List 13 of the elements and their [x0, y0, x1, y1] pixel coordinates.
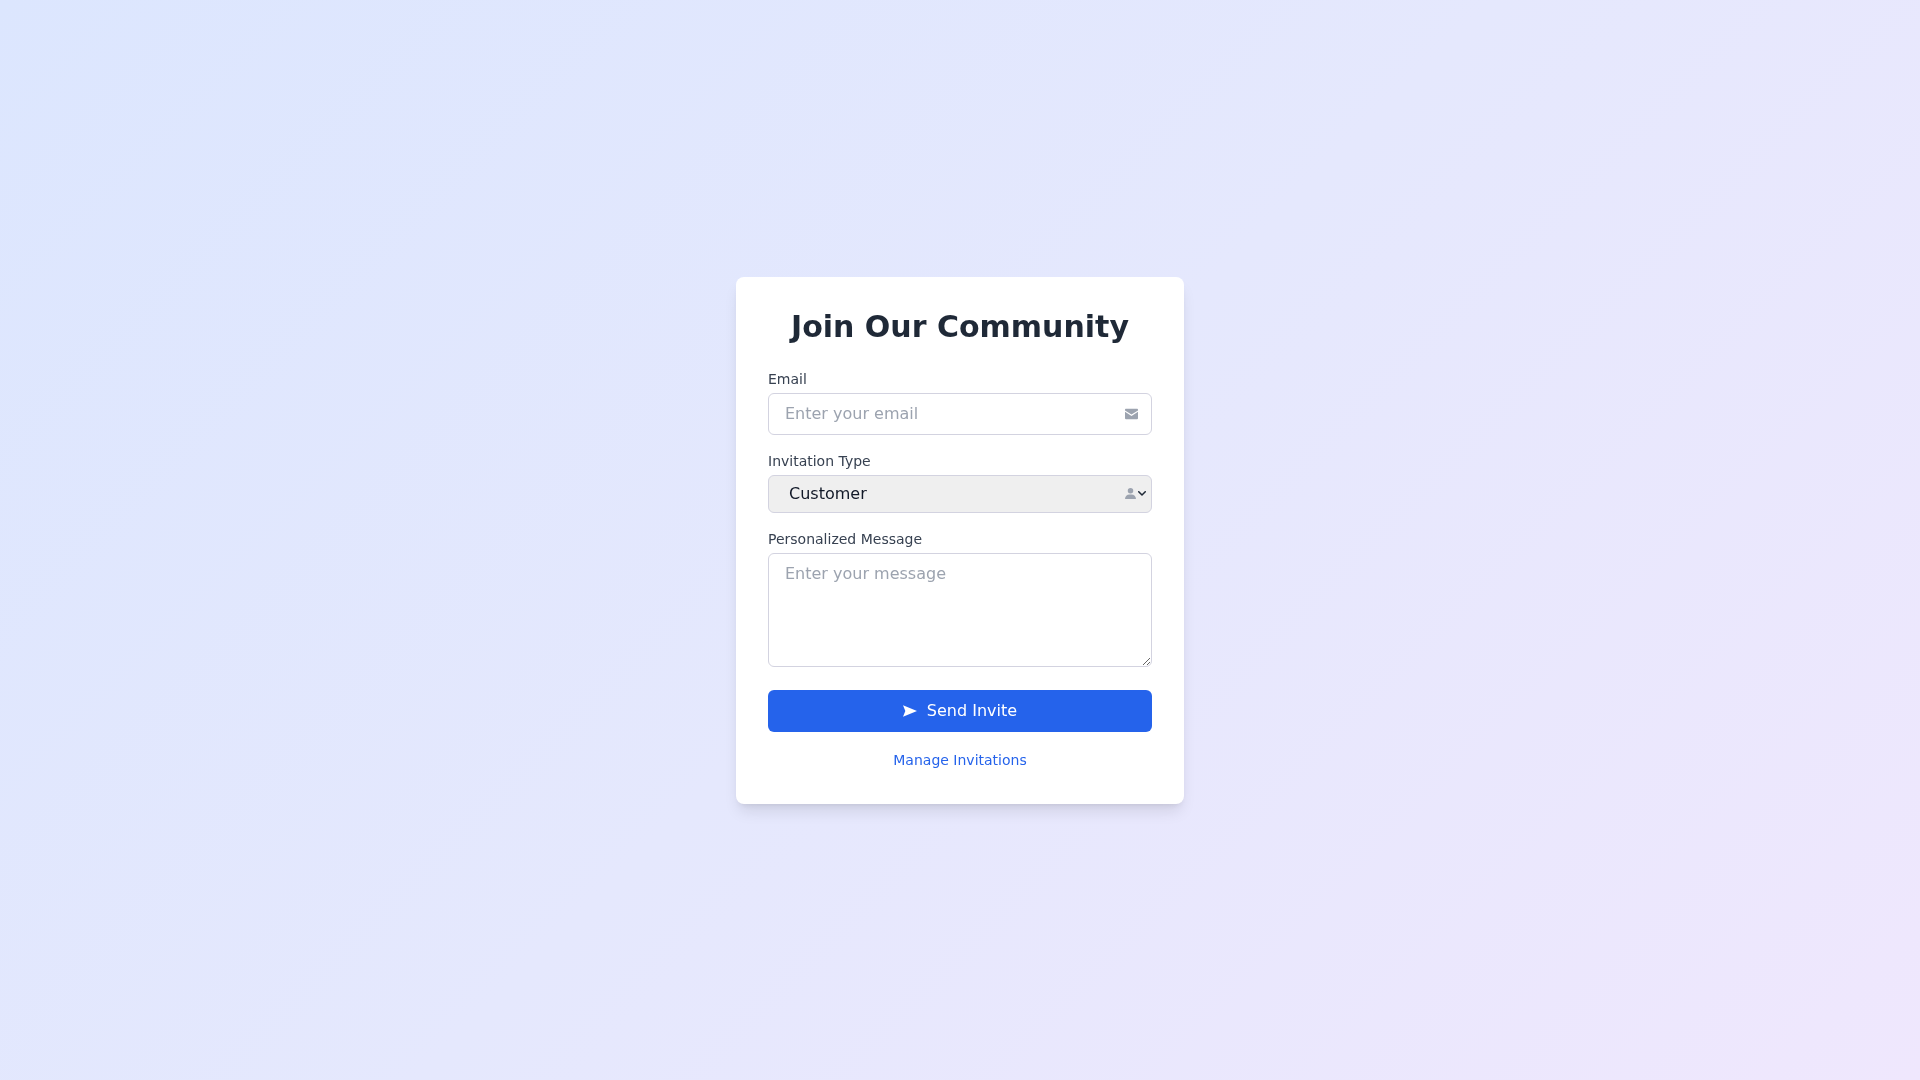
field-label: Personalized Message [768, 529, 923, 549]
chevron-down-icon [1138, 491, 1146, 496]
envelope-icon [1125, 408, 1138, 419]
field-label: Invitation Type [768, 451, 871, 471]
field-label: Email [768, 369, 807, 389]
send-invite-button[interactable]: Send Invite [768, 689, 1152, 732]
invitation-type-select[interactable]: Customer [768, 474, 1152, 513]
card-title: Join Our Community [791, 308, 1129, 345]
send-icon [902, 704, 917, 717]
person-icon [1125, 488, 1136, 499]
manage-invitations-link[interactable]: Manage Invitations [893, 749, 1027, 770]
email-input[interactable]: Enter your email [768, 392, 1152, 435]
message-textarea[interactable]: Enter your message [768, 552, 1152, 667]
